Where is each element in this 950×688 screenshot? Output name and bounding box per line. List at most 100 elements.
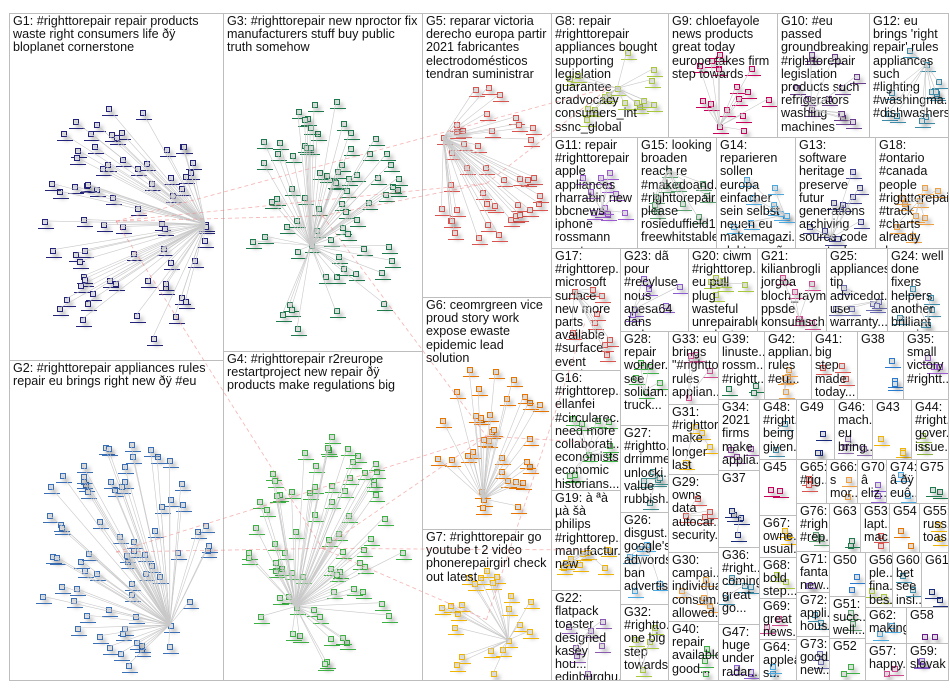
vertex-node[interactable]: [260, 160, 267, 167]
group-box-g51[interactable]: G51: succ... well...: [829, 596, 866, 639]
vertex-node[interactable]: [71, 183, 78, 190]
vertex-node[interactable]: [272, 478, 279, 484]
vertex-node[interactable]: [448, 217, 455, 224]
vertex-node[interactable]: [349, 458, 356, 465]
vertex-node[interactable]: [479, 488, 486, 495]
vertex-node[interactable]: [163, 146, 170, 153]
vertex-node[interactable]: [60, 131, 67, 138]
vertex-node[interactable]: [188, 169, 195, 176]
vertex-node[interactable]: [385, 612, 392, 619]
vertex-node[interactable]: [332, 179, 339, 186]
vertex-node[interactable]: [751, 390, 758, 396]
vertex-node[interactable]: [498, 468, 505, 475]
vertex-node[interactable]: [447, 602, 454, 609]
vertex-node[interactable]: [130, 453, 137, 460]
vertex-node[interactable]: [302, 117, 309, 124]
vertex-node[interactable]: [346, 475, 353, 482]
vertex-node[interactable]: [453, 389, 460, 396]
vertex-node[interactable]: [289, 569, 295, 576]
vertex-node[interactable]: [179, 502, 186, 509]
group-box-g72[interactable]: G72: appli... hous...: [796, 592, 830, 637]
group-box-g35[interactable]: G35: small victory #rightt...: [903, 331, 949, 400]
vertex-node[interactable]: [316, 613, 323, 620]
vertex-node[interactable]: [384, 151, 391, 158]
vertex-node[interactable]: [339, 161, 346, 168]
vertex-node[interactable]: [122, 463, 129, 470]
group-box-g5[interactable]: G5: reparar victoria derecho europa part…: [422, 13, 552, 298]
vertex-node[interactable]: [388, 258, 395, 265]
vertex-node[interactable]: [58, 525, 65, 532]
vertex-node[interactable]: [469, 449, 476, 456]
vertex-node[interactable]: [339, 548, 346, 555]
vertex-node[interactable]: [439, 604, 446, 611]
group-box-g20[interactable]: G20: ciwm #righttorep... eu pull plug wa…: [688, 248, 758, 332]
vertex-node[interactable]: [892, 381, 898, 388]
vertex-node[interactable]: [726, 385, 733, 392]
vertex-node[interactable]: [854, 574, 860, 581]
vertex-node[interactable]: [119, 483, 126, 490]
vertex-node[interactable]: [85, 550, 92, 557]
group-box-g39[interactable]: G39: linuste... rossm... #rightt...: [718, 331, 765, 400]
vertex-node[interactable]: [367, 151, 374, 158]
group-box-g37[interactable]: G37: [718, 470, 760, 548]
vertex-node[interactable]: [848, 587, 855, 593]
vertex-node[interactable]: [345, 513, 352, 520]
vertex-node[interactable]: [386, 243, 393, 250]
vertex-node[interactable]: [201, 237, 208, 244]
vertex-node[interactable]: [290, 153, 297, 160]
vertex-node[interactable]: [57, 306, 64, 313]
vertex-node[interactable]: [387, 161, 394, 168]
vertex-node[interactable]: [117, 534, 124, 541]
vertex-node[interactable]: [96, 519, 103, 526]
group-box-g27[interactable]: G27: #rightto... drrimmer unlocki... val…: [620, 425, 669, 513]
vertex-node[interactable]: [744, 89, 751, 96]
vertex-node[interactable]: [461, 140, 468, 147]
group-box-g36[interactable]: G36: #right... coming great go...: [718, 547, 760, 625]
vertex-node[interactable]: [293, 604, 300, 611]
vertex-node[interactable]: [342, 208, 349, 215]
group-box-g1[interactable]: G1: #righttorepair repair products waste…: [9, 13, 224, 361]
vertex-node[interactable]: [117, 651, 124, 658]
vertex-node[interactable]: [167, 496, 174, 503]
vertex-node[interactable]: [510, 376, 517, 383]
vertex-node[interactable]: [275, 150, 282, 157]
vertex-node[interactable]: [527, 435, 534, 442]
vertex-node[interactable]: [878, 436, 885, 443]
vertex-node[interactable]: [449, 457, 456, 464]
group-box-g65[interactable]: G65: #rig...: [796, 459, 827, 504]
vertex-node[interactable]: [435, 455, 442, 462]
vertex-node[interactable]: [496, 232, 503, 239]
vertex-node[interactable]: [478, 414, 485, 421]
vertex-node[interactable]: [777, 487, 784, 494]
group-box-g28[interactable]: G28: repair wonder... see solidan... tru…: [620, 331, 669, 426]
vertex-node[interactable]: [289, 488, 296, 495]
group-box-g25[interactable]: G25: appliances tip advicedot... use war…: [826, 248, 888, 332]
vertex-node[interactable]: [181, 143, 188, 150]
vertex-node[interactable]: [40, 594, 47, 601]
group-box-g7[interactable]: G7: #righttorepair go youtube t 2 video …: [422, 529, 552, 681]
vertex-node[interactable]: [282, 549, 289, 556]
vertex-node[interactable]: [295, 325, 302, 332]
vertex-node[interactable]: [908, 543, 914, 549]
vertex-node[interactable]: [378, 270, 385, 277]
vertex-node[interactable]: [202, 522, 209, 529]
vertex-node[interactable]: [472, 86, 479, 93]
vertex-node[interactable]: [521, 393, 528, 400]
group-box-g74[interactable]: G74: â ðÿ euô...: [886, 459, 917, 504]
group-box-g67[interactable]: G67: owne... usual...: [759, 515, 797, 558]
vertex-node[interactable]: [256, 499, 263, 506]
vertex-node[interactable]: [505, 606, 512, 613]
vertex-node[interactable]: [283, 223, 290, 230]
vertex-node[interactable]: [158, 503, 165, 510]
vertex-node[interactable]: [335, 531, 342, 538]
group-box-g71[interactable]: G71: fanta... new...: [796, 551, 830, 593]
vertex-node[interactable]: [516, 121, 522, 128]
vertex-node[interactable]: [77, 259, 84, 266]
vertex-node[interactable]: [768, 487, 775, 494]
vertex-node[interactable]: [733, 84, 740, 91]
vertex-node[interactable]: [501, 176, 508, 183]
vertex-node[interactable]: [487, 412, 494, 419]
vertex-node[interactable]: [272, 541, 279, 548]
vertex-node[interactable]: [707, 100, 714, 107]
vertex-node[interactable]: [474, 142, 481, 149]
